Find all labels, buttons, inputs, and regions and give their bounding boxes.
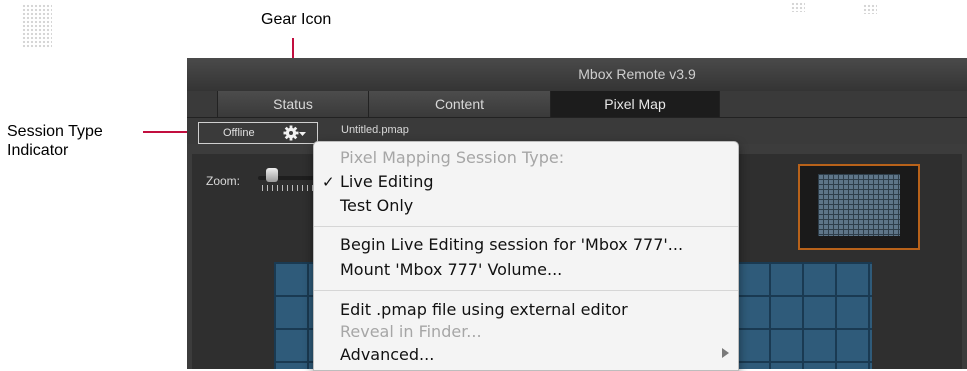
decorative-dots	[863, 4, 877, 14]
zoom-label: Zoom:	[206, 174, 241, 188]
pixel-map-preview[interactable]	[798, 164, 920, 250]
decorative-dots	[791, 2, 805, 12]
gear-icon-callout: Gear Icon	[261, 11, 332, 28]
tab-status[interactable]: Status	[217, 91, 368, 117]
chevron-down-icon	[299, 132, 306, 136]
menu-item-live-editing[interactable]: Live Editing	[340, 172, 433, 192]
session-status-label: Offline	[223, 127, 255, 139]
window-title: Mbox Remote v3.9	[187, 58, 967, 91]
session-type-callout-line1: Session Type	[7, 123, 103, 140]
menu-item-begin-session[interactable]: Begin Live Editing session for 'Mbox 777…	[340, 235, 683, 255]
tab-content[interactable]: Content	[368, 91, 550, 117]
checkmark-icon: ✓	[322, 173, 335, 191]
menu-header-session-type: Pixel Mapping Session Type:	[340, 148, 565, 167]
pmap-filename: Untitled.pmap	[341, 124, 409, 136]
tab-bar: Status Content Pixel Map	[187, 91, 967, 118]
zoom-slider-knob[interactable]	[266, 168, 278, 182]
tab-pixel-map[interactable]: Pixel Map	[550, 91, 720, 117]
session-type-indicator[interactable]: Offline	[198, 122, 318, 144]
session-type-callout: Session Type Indicator	[7, 122, 103, 160]
session-type-callout-line2: Indicator	[7, 142, 69, 159]
zoom-slider-ticks	[262, 185, 318, 191]
menu-item-mount-volume[interactable]: Mount 'Mbox 777' Volume...	[340, 260, 562, 280]
decorative-dots	[22, 4, 52, 48]
menu-item-test-only[interactable]: Test Only	[340, 196, 413, 216]
gear-icon[interactable]	[283, 124, 307, 142]
menu-separator	[314, 226, 738, 227]
menu-separator	[314, 290, 738, 291]
menu-item-reveal-finder: Reveal in Finder...	[340, 322, 482, 341]
menu-item-edit-external[interactable]: Edit .pmap file using external editor	[340, 300, 628, 320]
menu-item-advanced[interactable]: Advanced...	[340, 345, 434, 365]
gear-dropdown-menu: Pixel Mapping Session Type: ✓ Live Editi…	[313, 141, 739, 371]
preview-grid	[818, 174, 900, 236]
submenu-arrow-icon	[722, 348, 729, 358]
